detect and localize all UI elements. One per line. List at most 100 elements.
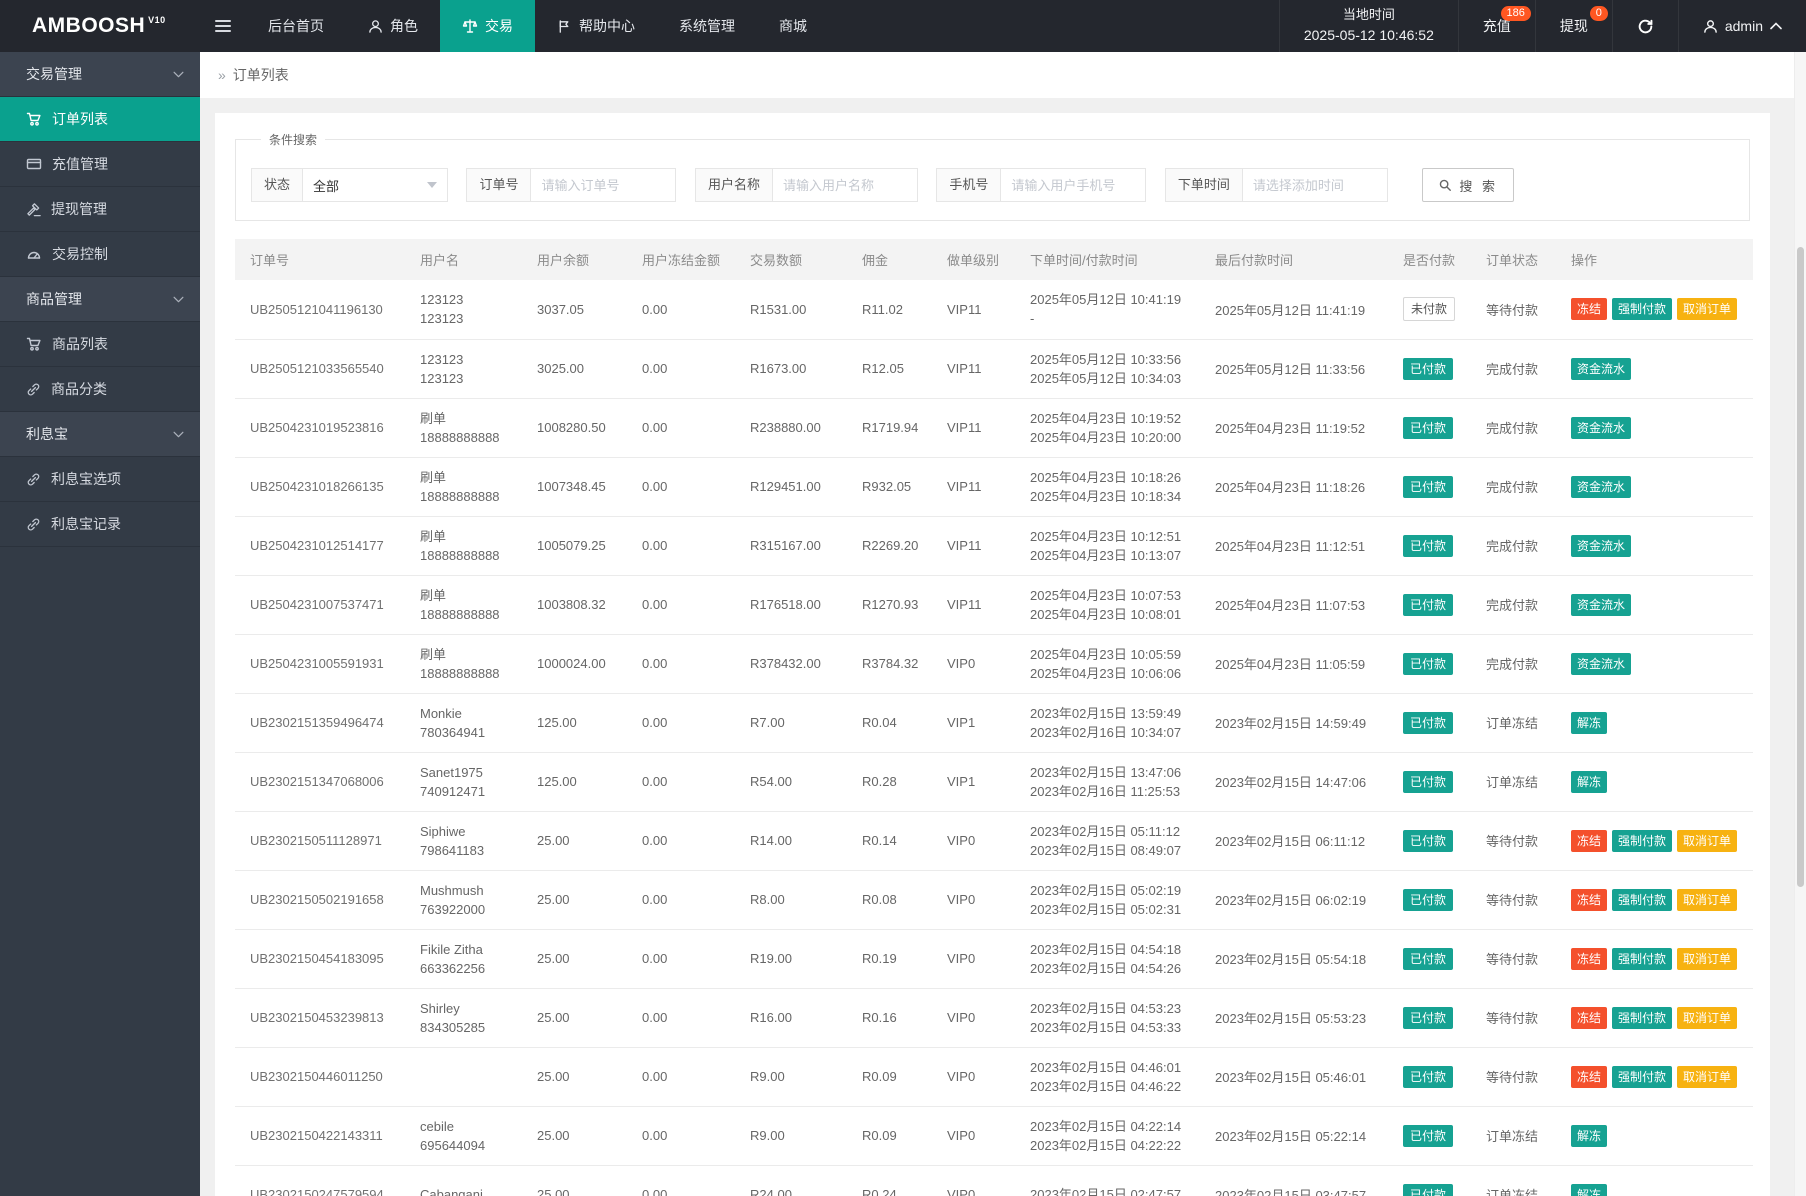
sidebar-group-label: 利息宝 (26, 424, 68, 444)
freeze-button[interactable]: 冻结 (1571, 1007, 1607, 1029)
sidebar-group-交易管理[interactable]: 交易管理 (0, 52, 200, 97)
sidebar-item-商品分类[interactable]: 商品分类 (0, 367, 200, 412)
cancel-order-button[interactable]: 取消订单 (1677, 298, 1737, 320)
cell-amount: R176518.00 (735, 575, 847, 634)
sidebar-item-交易控制[interactable]: 交易控制 (0, 232, 200, 277)
status-select[interactable]: 全部 (302, 168, 448, 202)
sidebar-item-商品列表[interactable]: 商品列表 (0, 322, 200, 367)
cell-paid: 已付款 (1388, 870, 1471, 929)
force-pay-button[interactable]: 强制付款 (1612, 298, 1672, 320)
force-pay-button[interactable]: 强制付款 (1612, 830, 1672, 852)
withdraw-link[interactable]: 提现 0 (1535, 0, 1612, 52)
cell-actions: 冻结强制付款取消订单 (1556, 811, 1753, 870)
paid-badge: 已付款 (1403, 417, 1453, 439)
fund-flow-button[interactable]: 资金流水 (1571, 535, 1631, 557)
freeze-button[interactable]: 冻结 (1571, 948, 1607, 970)
user-name-text: Shirley (420, 999, 516, 1018)
sidebar-item-利息宝选项[interactable]: 利息宝选项 (0, 457, 200, 502)
freeze-button[interactable]: 冻结 (1571, 298, 1607, 320)
phone-input[interactable] (1000, 168, 1146, 202)
force-pay-button[interactable]: 强制付款 (1612, 1066, 1672, 1088)
cell-status: 完成付款 (1471, 575, 1556, 634)
cell-vip-level: VIP0 (932, 988, 1015, 1047)
fund-flow-button[interactable]: 资金流水 (1571, 358, 1631, 380)
cell-user: Siphiwe798641183 (405, 811, 522, 870)
sidebar-item-利息宝记录[interactable]: 利息宝记录 (0, 502, 200, 547)
table-row: UB2504231007537471 刷单18888888888 1003808… (235, 575, 1753, 634)
cell-commission: R0.19 (847, 929, 932, 988)
cancel-order-button[interactable]: 取消订单 (1677, 1066, 1737, 1088)
user-menu[interactable]: admin (1678, 0, 1806, 52)
force-pay-button[interactable]: 强制付款 (1612, 889, 1672, 911)
cancel-order-button[interactable]: 取消订单 (1677, 830, 1737, 852)
sidebar-group-利息宝[interactable]: 利息宝 (0, 412, 200, 457)
gauge-icon (26, 246, 42, 262)
cell-balance: 3025.00 (522, 339, 627, 398)
cancel-order-button[interactable]: 取消订单 (1677, 948, 1737, 970)
cell-actions: 解冻 (1556, 693, 1753, 752)
cell-amount: R1673.00 (735, 339, 847, 398)
unfreeze-button[interactable]: 解冻 (1571, 771, 1607, 793)
cell-commission: R0.16 (847, 988, 932, 1047)
force-pay-button[interactable]: 强制付款 (1612, 1007, 1672, 1029)
cell-commission: R0.09 (847, 1106, 932, 1165)
nav-item-交易[interactable]: 交易 (440, 0, 535, 52)
cell-vip-level: VIP1 (932, 693, 1015, 752)
recharge-link[interactable]: 充值 186 (1458, 0, 1535, 52)
cell-order-no: UB2302150454183095 (235, 929, 405, 988)
recharge-badge: 186 (1501, 6, 1531, 21)
cell-actions: 解冻 (1556, 1106, 1753, 1165)
phone-filter: 手机号 (936, 168, 1146, 202)
cell-user: Monkie780364941 (405, 693, 522, 752)
cell-amount: R315167.00 (735, 516, 847, 575)
cell-actions: 资金流水 (1556, 457, 1753, 516)
unfreeze-button[interactable]: 解冻 (1571, 1125, 1607, 1147)
freeze-button[interactable]: 冻结 (1571, 1066, 1607, 1088)
cell-amount: R378432.00 (735, 634, 847, 693)
freeze-button[interactable]: 冻结 (1571, 889, 1607, 911)
nav-item-商城[interactable]: 商城 (757, 0, 829, 52)
orders-table: 订单号用户名用户余额用户冻结金额交易数额佣金做单级别下单时间/付款时间最后付款时… (235, 239, 1753, 1196)
unfreeze-button[interactable]: 解冻 (1571, 712, 1607, 734)
sidebar-item-订单列表[interactable]: 订单列表 (0, 97, 200, 142)
nav-item-角色[interactable]: 角色 (346, 0, 440, 52)
table-row: UB2505121033565540 123123123123 3025.00 … (235, 339, 1753, 398)
search-button[interactable]: 搜 索 (1422, 168, 1514, 202)
fund-flow-button[interactable]: 资金流水 (1571, 417, 1631, 439)
sidebar-item-label: 提现管理 (51, 199, 107, 219)
nav-item-帮助中心[interactable]: 帮助中心 (535, 0, 657, 52)
refresh-button[interactable] (1612, 0, 1678, 52)
paid-badge: 未付款 (1403, 297, 1455, 321)
cell-user: 刷单18888888888 (405, 634, 522, 693)
cell-vip-level: VIP0 (932, 929, 1015, 988)
fund-flow-button[interactable]: 资金流水 (1571, 594, 1631, 616)
order-time-input[interactable] (1242, 168, 1388, 202)
cancel-order-button[interactable]: 取消订单 (1677, 1007, 1737, 1029)
freeze-button[interactable]: 冻结 (1571, 830, 1607, 852)
table-row: UB2504231005591931 刷单18888888888 1000024… (235, 634, 1753, 693)
cell-last-pay-time: 2023年02月15日 05:54:18 (1200, 929, 1388, 988)
force-pay-button[interactable]: 强制付款 (1612, 948, 1672, 970)
nav-item-后台首页[interactable]: 后台首页 (246, 0, 346, 52)
cell-balance: 1008280.50 (522, 398, 627, 457)
fund-flow-button[interactable]: 资金流水 (1571, 476, 1631, 498)
column-header: 订单状态 (1471, 239, 1556, 280)
hamburger-icon[interactable] (200, 0, 246, 52)
user-phone-text: 18888888888 (420, 487, 516, 506)
cancel-order-button[interactable]: 取消订单 (1677, 889, 1737, 911)
sidebar-item-充值管理[interactable]: 充值管理 (0, 142, 200, 187)
order-no-input[interactable] (530, 168, 676, 202)
user-name-input[interactable] (772, 168, 918, 202)
cell-order-no: UB2504231018266135 (235, 457, 405, 516)
nav-item-系统管理[interactable]: 系统管理 (657, 0, 757, 52)
cell-amount: R238880.00 (735, 398, 847, 457)
paid-badge: 已付款 (1403, 830, 1453, 852)
cell-paid: 已付款 (1388, 634, 1471, 693)
sidebar-item-提现管理[interactable]: 提现管理 (0, 187, 200, 232)
unfreeze-button[interactable]: 解冻 (1571, 1184, 1607, 1196)
scrollbar-thumb[interactable] (1797, 247, 1804, 887)
sidebar-group-商品管理[interactable]: 商品管理 (0, 277, 200, 322)
fund-flow-button[interactable]: 资金流水 (1571, 653, 1631, 675)
logo-text: AMBOOSH (32, 14, 145, 38)
cell-balance: 1007348.45 (522, 457, 627, 516)
